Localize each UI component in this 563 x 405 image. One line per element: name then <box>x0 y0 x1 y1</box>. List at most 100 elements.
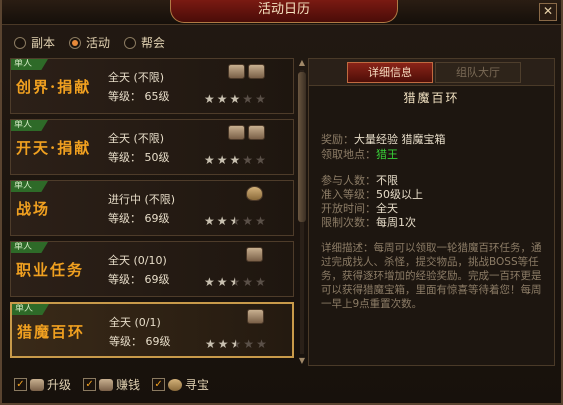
activity-time: 全天 (0/10) <box>108 254 167 267</box>
star-icon: ★ <box>216 153 228 167</box>
checkbox[interactable]: ✓ <box>83 378 97 391</box>
filter-bar: ✓ 升级 ✓ 赚钱 ✓ 寻宝 <box>14 376 209 393</box>
activity-name: 战场 <box>16 200 51 218</box>
star-icon: ★ <box>217 337 229 351</box>
activity-name: 开天·捐献 <box>16 139 92 157</box>
chest-icon[interactable] <box>248 125 265 140</box>
activity-card[interactable]: 单人 战场 进行中 (不限) 等级： 69级 ★ ★ ★ ★ ★ <box>10 180 294 236</box>
radio-dot[interactable] <box>124 36 137 49</box>
mode-badge: 单人 <box>12 304 49 315</box>
radio-label: 帮会 <box>141 36 166 50</box>
scroll-down-icon[interactable]: ▼ <box>297 356 307 366</box>
reward-icons <box>247 309 264 324</box>
star-icon: ★ <box>242 92 254 106</box>
star-icon: ★ <box>216 92 228 106</box>
activity-name: 职业任务 <box>16 261 85 279</box>
title-bar: 活动日历 ✕ <box>2 0 561 25</box>
scroll-icon[interactable] <box>228 64 245 79</box>
checkbox[interactable]: ✓ <box>14 378 27 391</box>
mode-badge: 单人 <box>11 120 48 131</box>
radio-dungeon[interactable]: 副本 <box>14 34 55 51</box>
category-radios: 副本 活动 帮会 <box>14 34 165 51</box>
reward-row: 奖励：大量经验 猎魔宝箱 <box>321 131 446 147</box>
star-icon: ★ <box>204 275 215 289</box>
reward-icons <box>246 186 263 201</box>
activity-level: 等级： 69级 <box>108 273 170 286</box>
money-bag-icon[interactable] <box>246 186 263 201</box>
chest-icon[interactable] <box>248 64 265 79</box>
activity-card[interactable]: 单人 职业任务 全天 (0/10) 等级： 69级 ★ ★ ★ ★ ★ <box>10 241 294 297</box>
star-rating: ★ ★ ★ ★ ★ <box>205 338 267 350</box>
star-icon: ★ <box>205 337 216 351</box>
star-icon: ★ <box>242 153 254 167</box>
mode-badge: 单人 <box>11 181 48 192</box>
filter-label: 升级 <box>47 378 72 392</box>
star-icon: ★ <box>216 214 228 228</box>
detail-description: 详细描述：每周可以领取一轮猎魔百环任务，通过完成找人、杀怪，提交物品，挑战BOS… <box>321 242 542 310</box>
activity-card[interactable]: 单人 创界·捐献 全天 (不限) 等级： 65级 ★ ★ ★ ★ ★ <box>10 58 294 114</box>
scroll-thumb[interactable] <box>298 72 306 222</box>
radio-guild[interactable]: 帮会 <box>124 34 165 51</box>
star-icon: ★ <box>204 92 215 106</box>
activity-time: 全天 (不限) <box>108 71 165 84</box>
limit-label: 限制次数： <box>321 216 376 229</box>
star-rating: ★ ★ ★ ★ ★ <box>204 154 266 166</box>
star-icon: ★ <box>229 153 241 167</box>
filter-label: 寻宝 <box>185 378 210 392</box>
radio-dot[interactable] <box>14 36 26 49</box>
scroll-icon[interactable] <box>246 247 263 262</box>
star-icon: ★ <box>255 92 266 106</box>
activity-time: 全天 (0/1) <box>109 316 161 329</box>
mode-badge: 单人 <box>11 242 48 253</box>
detail-title: 猎魔百环 <box>403 91 460 105</box>
scroll-icon[interactable] <box>247 309 264 324</box>
activity-level: 等级： 69级 <box>109 335 171 348</box>
tab-detail-info[interactable]: 详细信息 <box>347 62 433 83</box>
activity-level: 等级： 65级 <box>108 90 170 103</box>
reward-icons <box>228 64 265 79</box>
reward-icons <box>246 247 263 262</box>
location-label: 领取地点： <box>321 148 376 161</box>
reward-icons <box>228 125 265 140</box>
star-icon: ★ <box>204 214 215 228</box>
star-icon: ★ <box>230 337 242 351</box>
filter-label: 赚钱 <box>116 378 141 392</box>
location-value[interactable]: 猎王 <box>376 148 398 161</box>
chest-icon <box>99 378 114 391</box>
star-rating: ★ ★ ★ ★ ★ <box>204 93 266 105</box>
filter-treasure[interactable]: ✓ 寻宝 <box>152 376 209 393</box>
radio-dot[interactable] <box>69 36 82 49</box>
money-bag-icon <box>168 378 183 391</box>
filter-money[interactable]: ✓ 赚钱 <box>83 376 140 393</box>
reward-label: 奖励： <box>321 133 354 146</box>
star-icon: ★ <box>243 337 255 351</box>
activity-level: 等级： 50级 <box>108 151 170 164</box>
checkbox[interactable]: ✓ <box>152 378 166 391</box>
location-row: 领取地点：猎王 <box>321 146 398 162</box>
radio-activity[interactable]: 活动 <box>69 34 110 51</box>
activity-level: 等级： 69级 <box>108 212 170 225</box>
tab-team-hall[interactable]: 组队大厅 <box>435 62 521 83</box>
radio-label: 活动 <box>86 36 111 50</box>
mode-badge: 单人 <box>11 59 48 70</box>
list-scrollbar[interactable]: ▲ ▼ <box>297 58 307 366</box>
star-icon: ★ <box>229 92 241 106</box>
scroll-up-icon[interactable]: ▲ <box>297 58 307 68</box>
star-icon: ★ <box>216 275 228 289</box>
activity-card[interactable]: 单人开天·捐献 全天 (不限) 等级： 50级 ★ ★ ★ ★ ★ <box>10 119 294 175</box>
activity-card[interactable]: 单人 猎魔百环 全天 (0/1) 等级： 69级 ★ ★ ★ ★ ★ <box>10 302 294 358</box>
close-button[interactable]: ✕ <box>539 3 557 21</box>
scroll-icon <box>30 378 44 391</box>
scroll-icon[interactable] <box>228 125 245 140</box>
star-icon: ★ <box>229 275 241 289</box>
star-icon: ★ <box>229 214 241 228</box>
star-icon: ★ <box>242 275 254 289</box>
filter-levelup[interactable]: ✓ 升级 <box>14 376 71 393</box>
detail-tabs: 详细信息 组队大厅 <box>309 59 554 86</box>
window-title: 活动日历 <box>170 0 398 23</box>
detail-panel: 详细信息 组队大厅 猎魔百环 奖励：大量经验 猎魔宝箱 领取地点：猎王 参与人数… <box>308 58 555 366</box>
star-icon: ★ <box>256 337 267 351</box>
star-icon: ★ <box>255 153 266 167</box>
activity-time: 全天 (不限) <box>108 132 165 145</box>
limit-value: 每周1次 <box>376 216 416 229</box>
